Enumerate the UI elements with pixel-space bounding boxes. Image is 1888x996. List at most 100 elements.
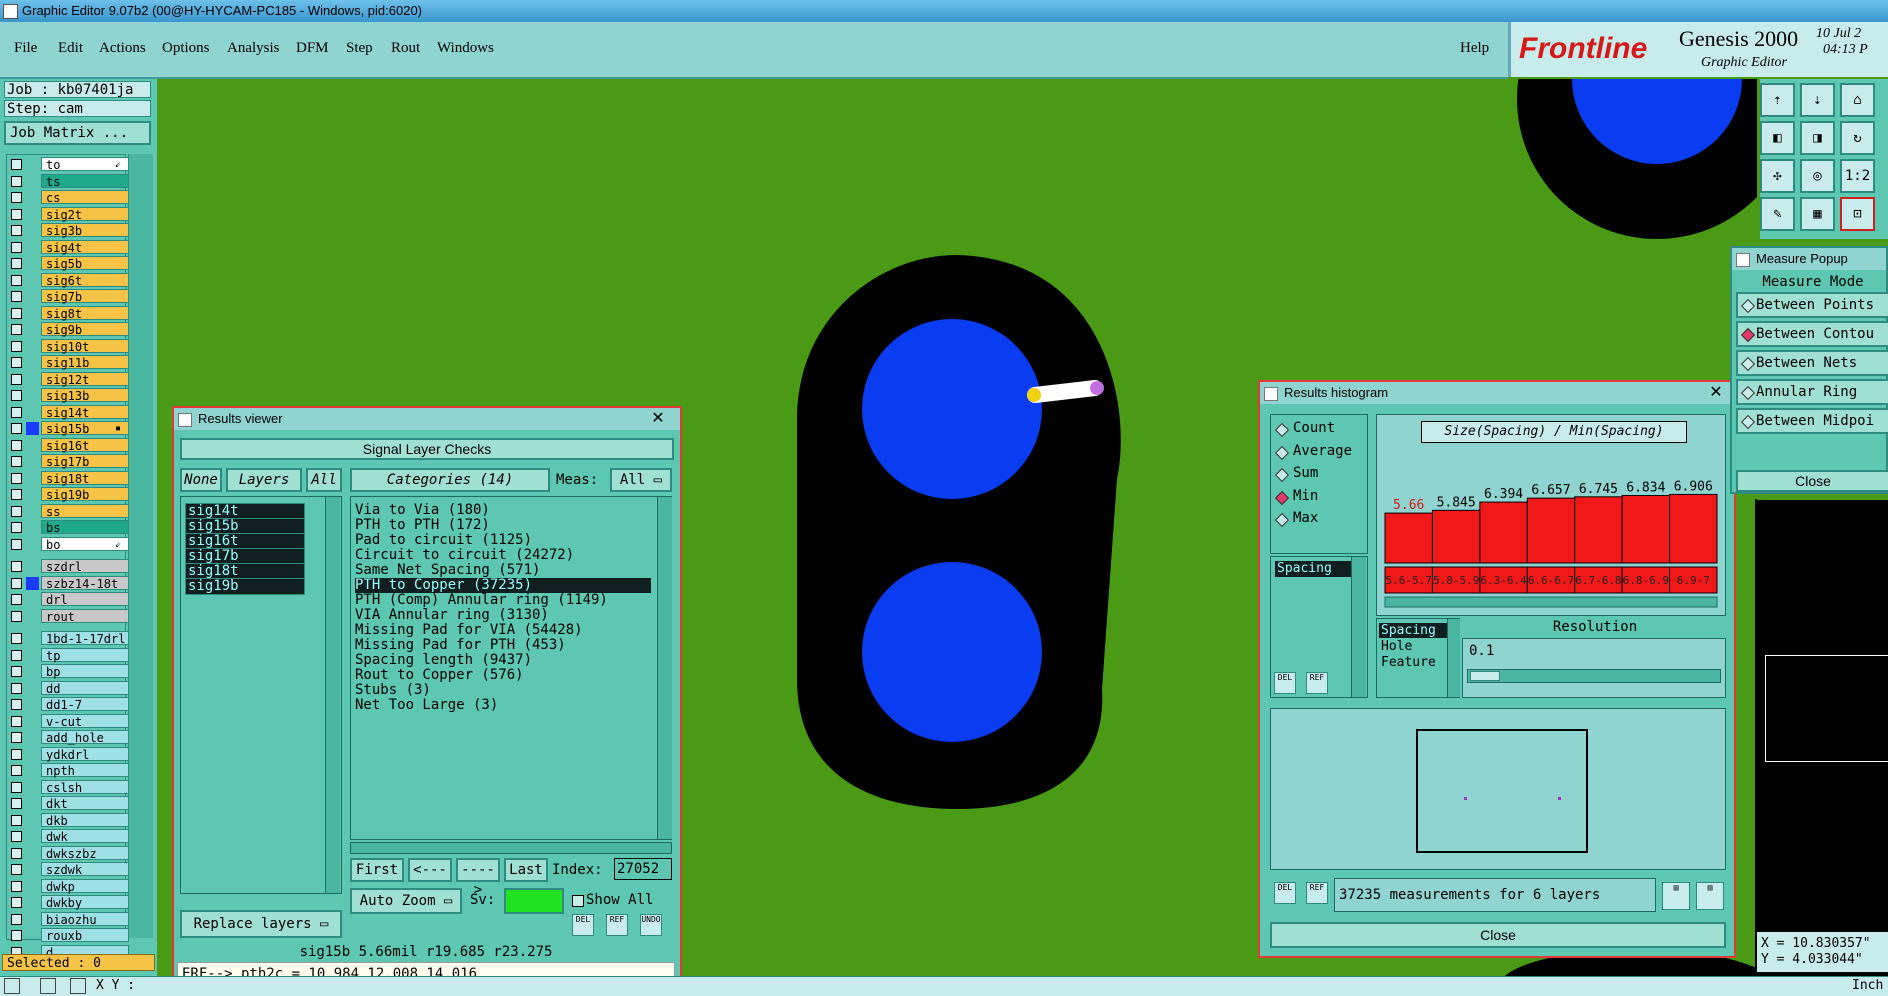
measure-mode-radio[interactable] xyxy=(1740,356,1756,372)
layer-checkbox[interactable] xyxy=(11,258,22,269)
layer-checkbox[interactable] xyxy=(11,307,22,319)
none-button[interactable]: None xyxy=(180,468,222,492)
category-item[interactable]: Missing Pad for PTH (453) xyxy=(355,638,651,653)
index-input[interactable]: 27052 xyxy=(614,858,672,880)
layer-checkbox[interactable] xyxy=(11,577,22,589)
delete-icon[interactable]: DEL xyxy=(1274,882,1296,904)
layer-checkbox[interactable] xyxy=(11,699,22,710)
layer-results-list[interactable]: sig14t sig15b sig16t sig17b sig18t sig19b xyxy=(180,496,342,894)
meas-select[interactable]: All ▭ xyxy=(610,468,672,492)
layer-checkbox[interactable] xyxy=(11,831,22,842)
category-item[interactable]: Net Too Large (3) xyxy=(355,698,651,713)
refresh-icon[interactable]: REF xyxy=(1306,882,1328,904)
layer-checkbox[interactable] xyxy=(11,406,22,418)
category-scrollbar[interactable] xyxy=(657,497,672,839)
layer-checkbox[interactable] xyxy=(11,897,22,908)
menu-rout[interactable]: Rout xyxy=(391,40,420,57)
field-list-item[interactable]: Spacing xyxy=(1275,561,1351,577)
center-icon[interactable]: ◎ xyxy=(1800,159,1835,193)
menu-options[interactable]: Options xyxy=(162,40,210,57)
layer-checkbox[interactable] xyxy=(11,423,22,434)
axis-list-scrollbar[interactable] xyxy=(1447,619,1460,697)
snap-icon[interactable]: ⊡ xyxy=(1840,197,1875,231)
import-icon[interactable]: ⇡ xyxy=(1760,83,1795,117)
category-item[interactable]: Rout to Copper (576) xyxy=(355,668,651,683)
layer-row[interactable]: sig14t xyxy=(7,404,129,420)
delete-icon[interactable]: DEL xyxy=(1274,672,1296,694)
chart-print-icon[interactable]: ▥ xyxy=(1696,882,1724,910)
layer-checkbox[interactable] xyxy=(11,489,22,500)
measure-mode-option[interactable]: Between Midpoi xyxy=(1736,408,1888,434)
layer-row[interactable]: dkt xyxy=(7,796,129,811)
layer-row[interactable]: sig16t xyxy=(7,437,129,453)
first-button[interactable]: First xyxy=(350,858,404,882)
all-button[interactable]: All xyxy=(306,468,342,492)
layer-checkbox[interactable] xyxy=(11,781,22,793)
close-icon[interactable]: ✕ xyxy=(1706,384,1726,401)
measure-mode-option[interactable]: Between Contou xyxy=(1736,321,1888,347)
menu-edit[interactable]: Edit xyxy=(58,40,83,57)
layer-row[interactable]: bo ⇙ xyxy=(7,536,129,552)
layer-checkbox[interactable] xyxy=(11,192,22,203)
layer-checkbox[interactable] xyxy=(11,538,22,550)
next-button[interactable]: ----> xyxy=(456,858,500,898)
layer-checkbox[interactable] xyxy=(11,159,22,170)
select-icon[interactable] xyxy=(4,978,20,994)
layer-checkbox[interactable] xyxy=(11,456,22,467)
category-item[interactable]: PTH to PTH (172) xyxy=(355,518,651,533)
layer-row[interactable]: dwkp xyxy=(7,878,129,894)
layer-checkbox[interactable] xyxy=(11,666,22,677)
prev-button[interactable]: <---- xyxy=(408,858,452,898)
histogram-bar[interactable] xyxy=(1431,509,1481,564)
menu-actions[interactable]: Actions xyxy=(99,40,146,57)
mode-radio[interactable] xyxy=(1274,422,1290,438)
measure-mode-radio[interactable] xyxy=(1740,385,1756,401)
layer-checkbox[interactable] xyxy=(11,594,22,605)
layer-checkbox[interactable] xyxy=(11,649,22,661)
refresh-icon[interactable]: REF xyxy=(606,914,628,936)
histogram-scrollbar[interactable] xyxy=(1384,596,1718,608)
layer-checkbox[interactable] xyxy=(11,732,22,743)
layer-row[interactable]: bs xyxy=(7,520,129,535)
category-item[interactable]: Circuit to circuit (24272) xyxy=(355,548,651,563)
layer-row[interactable]: sig4t xyxy=(7,239,129,255)
units-label[interactable]: Inch xyxy=(1852,978,1883,993)
layer-checkbox[interactable] xyxy=(11,241,22,253)
axis-item-spacing[interactable]: Spacing xyxy=(1379,623,1447,638)
layer-row[interactable]: 1bd-1-17drl xyxy=(7,631,129,646)
measure-mode-option[interactable]: Between Points xyxy=(1736,292,1888,318)
layer-checkbox[interactable] xyxy=(11,340,22,352)
job-matrix-button[interactable]: Job Matrix ... xyxy=(4,121,151,145)
layer-row[interactable]: sig19b xyxy=(7,487,129,502)
layer-row[interactable]: dwkby xyxy=(7,895,129,910)
mode-radio[interactable] xyxy=(1274,445,1290,460)
layer-checkbox[interactable] xyxy=(11,175,22,187)
layer-row[interactable]: rout xyxy=(7,608,129,624)
measure-mode-radio[interactable] xyxy=(1740,327,1756,343)
layer-checkbox[interactable] xyxy=(11,522,22,533)
left-icon[interactable]: ◧ xyxy=(1760,121,1795,155)
layer-checkbox[interactable] xyxy=(11,373,22,385)
layer-checkbox[interactable] xyxy=(11,682,22,694)
layer-row[interactable]: ts xyxy=(7,173,129,189)
layer-row[interactable]: sig12t xyxy=(7,371,129,387)
measure-mode-radio[interactable] xyxy=(1740,298,1756,314)
layer-row[interactable]: sig7b xyxy=(7,289,129,304)
category-item[interactable]: Spacing length (9437) xyxy=(355,653,651,668)
measure-mode-radio[interactable] xyxy=(1740,414,1756,430)
layer-row[interactable]: rouxb xyxy=(7,928,129,943)
histogram-close-button[interactable]: Close xyxy=(1270,922,1726,948)
category-hscrollbar[interactable] xyxy=(350,842,672,854)
layer-row[interactable]: sig8t xyxy=(7,305,129,321)
layer-row[interactable]: dwkszbz xyxy=(7,845,129,861)
layer-checkbox[interactable] xyxy=(11,357,22,368)
layer-checkbox[interactable] xyxy=(11,439,22,451)
menu-help[interactable]: Help xyxy=(1460,40,1489,57)
histogram-bar[interactable] xyxy=(1479,501,1528,564)
layer-result-item[interactable]: sig19b xyxy=(185,578,305,595)
layer-checkbox[interactable] xyxy=(11,880,22,892)
layer-row[interactable]: add_hole xyxy=(7,730,129,745)
layer-checkbox[interactable] xyxy=(11,913,22,925)
histogram-axis-list[interactable]: Spacing Hole Feature xyxy=(1376,618,1460,698)
undo-icon[interactable]: UNDO xyxy=(640,914,662,936)
